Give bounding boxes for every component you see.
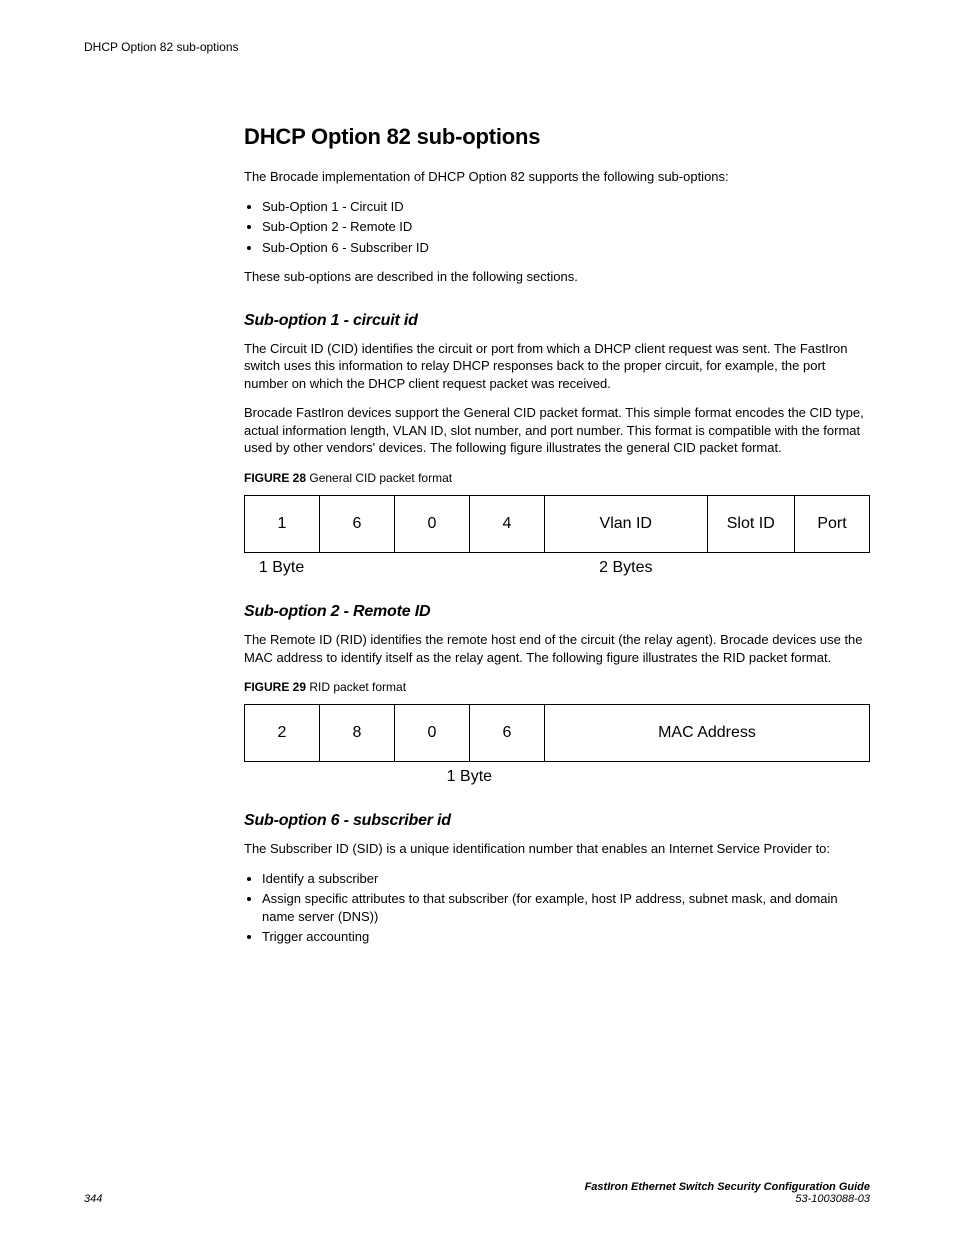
figure28-label: FIGURE 28	[244, 471, 306, 485]
running-header: DHCP Option 82 sub-options	[84, 40, 870, 54]
subhead-circuit-id: Sub-option 1 - circuit id	[244, 312, 870, 330]
footer-book-title: FastIron Ethernet Switch Security Config…	[585, 1181, 870, 1193]
pkt-cell: 2	[245, 705, 320, 762]
intro-bullet-list: Sub-Option 1 - Circuit ID Sub-Option 2 -…	[262, 198, 870, 257]
figure29-label: FIGURE 29	[244, 680, 306, 694]
pkt-cell: 6	[470, 705, 545, 762]
footer-right: FastIron Ethernet Switch Security Config…	[585, 1181, 870, 1205]
s3-bullet-list: Identify a subscriber Assign specific at…	[262, 870, 870, 946]
pkt-cell: 1	[245, 496, 320, 553]
pkt-cell: 6	[320, 496, 395, 553]
figure28-packet-table: 1 6 0 4 Vlan ID Slot ID Port	[244, 495, 870, 553]
s3-p1: The Subscriber ID (SID) is a unique iden…	[244, 840, 870, 858]
footer-doc-number: 53-1003088-03	[585, 1193, 870, 1205]
list-item: Trigger accounting	[262, 928, 870, 946]
s1-p2: Brocade FastIron devices support the Gen…	[244, 404, 870, 457]
pkt-cell: Port	[795, 496, 870, 553]
page: DHCP Option 82 sub-options DHCP Option 8…	[0, 0, 954, 1235]
page-number: 344	[84, 1193, 102, 1205]
pkt-cell: Vlan ID	[545, 496, 708, 553]
figure28-sublabels: 1 Byte 2 Bytes	[244, 559, 870, 577]
intro-paragraph: The Brocade implementation of DHCP Optio…	[244, 168, 870, 186]
list-item: Identify a subscriber	[262, 870, 870, 888]
subhead-subscriber-id: Sub-option 6 - subscriber id	[244, 812, 870, 830]
figure28-caption: FIGURE 28 General CID packet format	[244, 471, 870, 485]
pkt-cell: 0	[395, 496, 470, 553]
s2-p1: The Remote ID (RID) identifies the remot…	[244, 631, 870, 666]
pkt-cell: Slot ID	[707, 496, 795, 553]
s1-p1: The Circuit ID (CID) identifies the circ…	[244, 340, 870, 393]
list-item: Sub-Option 6 - Subscriber ID	[262, 239, 870, 257]
figure29-caption: FIGURE 29 RID packet format	[244, 680, 870, 694]
sublabel-left: 1 Byte	[244, 559, 319, 577]
sublabel-center: 1 Byte	[394, 768, 544, 786]
pkt-cell: 8	[320, 705, 395, 762]
list-item: Assign specific attributes to that subsc…	[262, 890, 870, 925]
figure29-packet-table: 2 8 0 6 MAC Address	[244, 704, 870, 762]
pkt-cell: 0	[395, 705, 470, 762]
pkt-cell: 4	[470, 496, 545, 553]
sublabel-right: 2 Bytes	[544, 559, 707, 577]
page-footer: 344 FastIron Ethernet Switch Security Co…	[84, 1161, 870, 1205]
intro-outro: These sub-options are described in the f…	[244, 268, 870, 286]
figure29-sublabels: 1 Byte	[244, 768, 870, 786]
page-title: DHCP Option 82 sub-options	[244, 124, 870, 150]
content-area: DHCP Option 82 sub-options The Brocade i…	[244, 124, 870, 1161]
list-item: Sub-Option 2 - Remote ID	[262, 218, 870, 236]
subhead-remote-id: Sub-option 2 - Remote ID	[244, 603, 870, 621]
pkt-cell: MAC Address	[545, 705, 870, 762]
list-item: Sub-Option 1 - Circuit ID	[262, 198, 870, 216]
